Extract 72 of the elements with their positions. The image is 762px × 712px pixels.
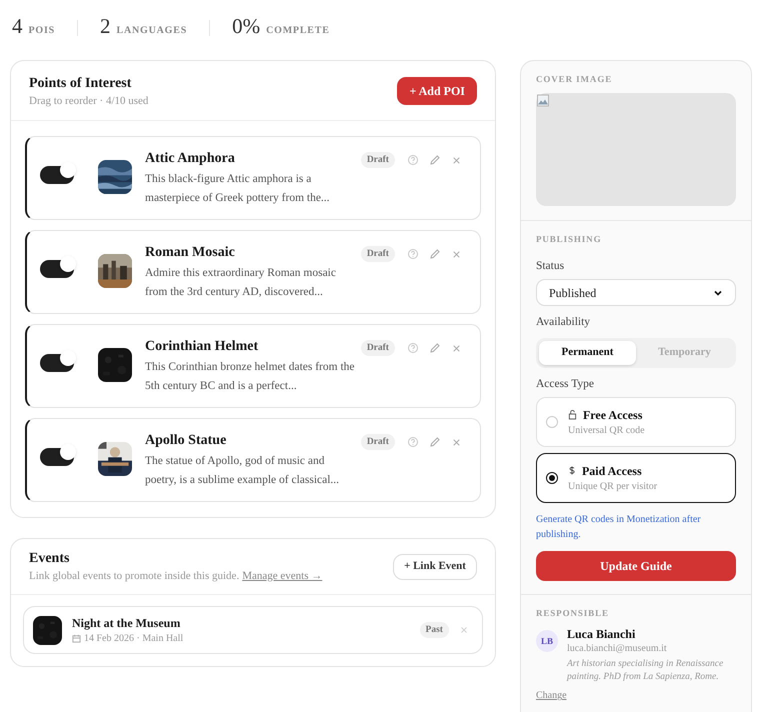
stat-value: 0%: [232, 16, 260, 37]
segment-tab[interactable]: Permanent: [538, 340, 636, 364]
close-icon[interactable]: [450, 342, 462, 354]
pencil-icon[interactable]: [428, 154, 441, 166]
field-label: Access Type: [536, 376, 596, 392]
change-link[interactable]: Change: [536, 688, 567, 704]
event-meta: 14 Feb 2026 · Main Hall: [84, 632, 184, 646]
close-icon[interactable]: [450, 248, 462, 260]
poi-title: Apollo Statue: [145, 432, 228, 450]
option-subtitle: Unique QR per visitor: [568, 480, 658, 494]
status-select[interactable]: Published: [536, 279, 736, 306]
person-name: Luca Bianchi: [566, 627, 636, 642]
poi-card[interactable]: Apollo Statue The statue of Apollo, god of music and poetry, is a sublime example of classical... Draft: [25, 418, 481, 502]
add-poi-button[interactable]: + Add POI: [397, 76, 477, 104]
field-label: Status: [536, 259, 566, 274]
panel-title: Events: [29, 550, 70, 568]
poi-description: Admire this extraordinary Roman mosaic from the 3rd century AD, discovered...: [145, 266, 337, 300]
section-label: RESPONSIBLE: [536, 606, 610, 620]
poi-title: Corinthian Helmet: [145, 338, 260, 356]
poi-title: Attic Amphora: [145, 150, 236, 168]
radio-button[interactable]: [546, 472, 558, 484]
poi-card[interactable]: Roman Mosaic Admire this extraordinary Roman mosaic from the 3rd century AD, discovered... Draft: [25, 230, 481, 314]
broken-image-icon: [536, 94, 549, 106]
person-email: luca.bianchi@museum.it: [566, 642, 668, 656]
status-badge: Past: [420, 622, 449, 638]
avatar-initials: LB: [536, 630, 558, 652]
option-title: Paid Access: [582, 462, 642, 480]
status-badge: Draft: [360, 434, 395, 450]
dollar-icon: [568, 465, 576, 476]
panel-subtitle: Drag to reorder · 4/10 used: [29, 94, 148, 108]
manage-events-link[interactable]: Manage events →: [242, 568, 322, 584]
status-badge: Draft: [360, 340, 395, 356]
poi-description: This black-figure Attic amphora is a masterpiece of Greek pottery from the...: [145, 172, 331, 206]
poi-title: Roman Mosaic: [145, 244, 236, 262]
info-note: Generate QR codes in Monetization after publishing.: [536, 512, 702, 542]
poi-description: This Corinthian bronze helmet dates from the 5th century BC and is a perfect...: [145, 360, 356, 394]
close-icon[interactable]: [450, 436, 462, 448]
section-label: PUBLISHING: [536, 232, 602, 246]
option-title: Free Access: [582, 406, 642, 424]
stat-label: COMPLETE: [266, 24, 330, 38]
section-label: COVER IMAGE: [536, 73, 614, 86]
stat-value: 2: [100, 16, 111, 37]
status-badge: Draft: [360, 152, 395, 168]
poi-description: The statue of Apollo, god of music and poetry, is a sublime example of classical...: [145, 454, 340, 488]
help-icon[interactable]: [406, 154, 419, 166]
calendar-icon: [72, 634, 81, 642]
person-bio: Art historian specialising in Renaissance painting. PhD from La Sapienza, Rome.: [566, 658, 724, 684]
pencil-icon[interactable]: [428, 342, 441, 354]
lock-icon: [568, 409, 577, 420]
panel-subtitle: Link global events to promote inside this guide.: [29, 568, 240, 584]
close-icon[interactable]: [458, 625, 469, 635]
option-subtitle: Universal QR code: [568, 424, 645, 438]
field-label: Availability: [536, 315, 592, 330]
help-icon[interactable]: [406, 436, 419, 448]
event-card[interactable]: Night at the Museum 14 Feb 2026 · Main Hall Past: [23, 606, 483, 654]
access-option[interactable]: Free Access Universal QR code: [536, 396, 736, 447]
stat-value: 4: [12, 16, 22, 37]
poi-card[interactable]: Attic Amphora This black-figure Attic amphora is a masterpiece of Greek pottery from the... Draft: [25, 136, 481, 220]
panel-title: Points of Interest: [29, 74, 132, 92]
stat-label: LANGUAGES: [116, 24, 188, 38]
event-title: Night at the Museum: [72, 614, 182, 630]
close-icon[interactable]: [450, 154, 462, 166]
pencil-icon[interactable]: [428, 436, 441, 448]
link-event-button[interactable]: + Link Event: [393, 554, 477, 580]
status-badge: Draft: [360, 246, 395, 262]
pencil-icon[interactable]: [428, 248, 441, 260]
access-option[interactable]: Paid Access Unique QR per visitor: [536, 452, 736, 503]
poi-card[interactable]: Corinthian Helmet This Corinthian bronze helmet dates from the 5th century BC and is a perfect... Draft: [25, 324, 481, 408]
help-icon[interactable]: [406, 248, 419, 260]
update-guide-button[interactable]: Update Guide: [536, 550, 736, 581]
stat-label: POIS: [28, 24, 56, 38]
help-icon[interactable]: [406, 342, 419, 354]
